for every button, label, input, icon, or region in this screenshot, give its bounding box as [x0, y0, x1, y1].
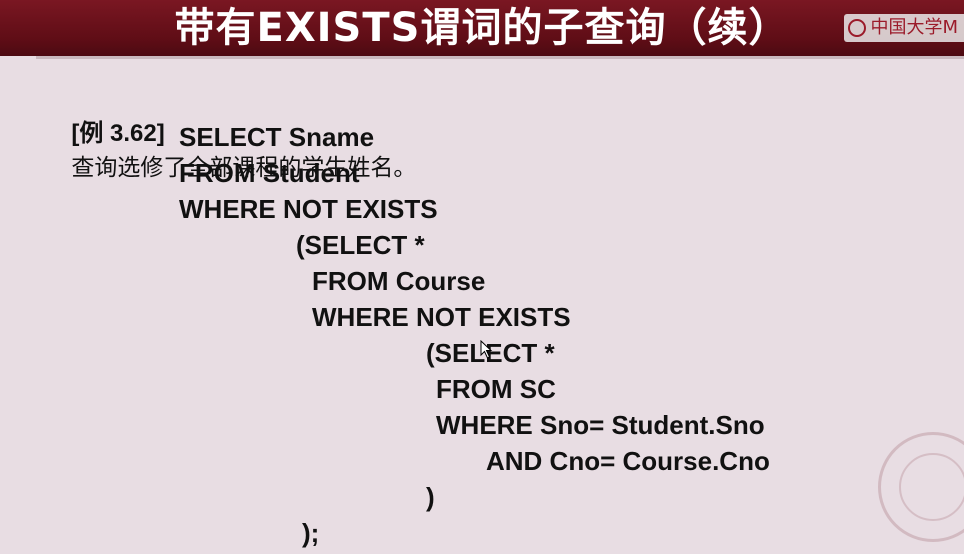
code-line: WHERE NOT EXISTS — [312, 302, 571, 332]
watermark-text: 中国大学M — [870, 17, 958, 38]
university-seal-icon — [878, 432, 964, 542]
code-line: WHERE NOT EXISTS — [179, 194, 438, 224]
code-line: ) — [426, 482, 435, 512]
code-line: SELECT Sname — [179, 122, 375, 152]
watermark: 中国大学M — [844, 14, 964, 42]
code-line: WHERE Sno= Student.Sno — [436, 410, 765, 440]
title-bar: 带有EXISTS谓词的子查询（续） — [0, 0, 964, 56]
title-divider — [36, 56, 964, 59]
code-line: FROM SC — [436, 374, 556, 404]
code-line: FROM Student — [179, 158, 360, 188]
code-line: FROM Course — [312, 266, 486, 296]
slide-title: 带有EXISTS谓词的子查询（续） — [174, 5, 790, 51]
mouse-pointer-icon — [480, 340, 493, 359]
code-line: ); — [302, 518, 320, 548]
example-label: [例 3.62] — [71, 120, 165, 147]
mooc-logo-icon — [848, 19, 867, 37]
code-line: (SELECT * — [296, 230, 425, 260]
code-line: AND Cno= Course.Cno — [486, 446, 770, 476]
seal-inner-ring — [899, 453, 964, 521]
